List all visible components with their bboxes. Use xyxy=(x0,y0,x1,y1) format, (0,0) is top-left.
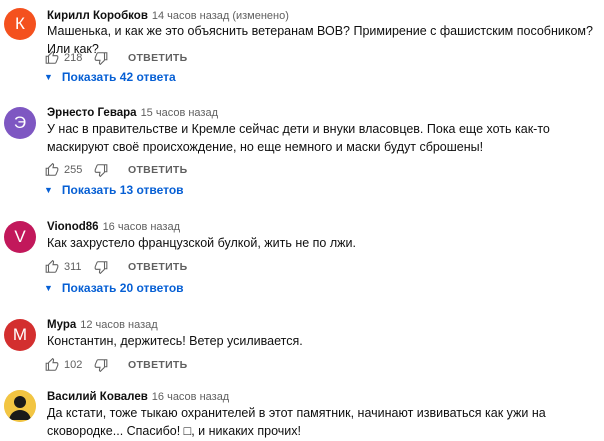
like-button[interactable] xyxy=(45,163,59,177)
thumb-down-icon xyxy=(94,164,108,177)
avatar[interactable]: V xyxy=(4,221,36,253)
caret-down-icon: ▼ xyxy=(44,283,53,293)
thumb-down-icon xyxy=(94,52,108,65)
comment-text: Как захрустело французской булкой, жить … xyxy=(47,236,356,250)
edited-label: (изменено) xyxy=(232,10,289,22)
comment-time[interactable]: 16 часов назад xyxy=(152,391,229,403)
thumb-down-icon xyxy=(94,359,108,372)
comment-header: Кирилл Коробков 14 часов назад (изменено) xyxy=(47,8,289,23)
comment-text: Константин, держитесь! Ветер усиливается… xyxy=(47,334,303,348)
thumb-up-icon xyxy=(45,163,59,176)
show-replies-button[interactable]: ▼ Показать 42 ответа xyxy=(44,69,176,85)
avatar[interactable]: Э xyxy=(4,107,36,139)
replies-label: Показать 13 ответов xyxy=(61,183,184,197)
author-name[interactable]: Мура xyxy=(47,319,76,331)
thumb-up-icon xyxy=(45,260,59,273)
like-count: 311 xyxy=(64,261,82,273)
caret-down-icon: ▼ xyxy=(44,185,53,195)
reply-button[interactable]: ОТВЕТИТЬ xyxy=(128,164,188,176)
comment-actions: 218 ОТВЕТИТЬ xyxy=(45,48,188,68)
thumb-up-icon xyxy=(45,51,59,64)
author-name[interactable]: Эрнесто Гевара xyxy=(47,107,137,119)
author-name[interactable]: Vionod86 xyxy=(47,221,99,233)
dislike-button[interactable] xyxy=(94,163,108,177)
comment-time[interactable]: 15 часов назад xyxy=(141,107,218,119)
reply-button[interactable]: ОТВЕТИТЬ xyxy=(128,261,188,273)
like-count: 102 xyxy=(64,359,83,371)
comment-header: Василий Ковалев 16 часов назад xyxy=(47,389,229,404)
comment-header: Vionod86 16 часов назад xyxy=(47,219,180,234)
like-count: 255 xyxy=(64,164,83,176)
show-replies-button[interactable]: ▼ Показать 13 ответов xyxy=(44,182,184,198)
avatar[interactable] xyxy=(4,390,36,422)
reply-button[interactable]: ОТВЕТИТЬ xyxy=(128,52,188,64)
dislike-button[interactable] xyxy=(94,51,108,65)
comment-actions: 311 ОТВЕТИТЬ xyxy=(45,257,188,277)
comment-text: У нас в правительстве и Кремле сейчас де… xyxy=(47,122,550,154)
author-name[interactable]: Кирилл Коробков xyxy=(47,10,148,22)
comment-header: Эрнесто Гевара 15 часов назад xyxy=(47,105,218,120)
like-count: 218 xyxy=(64,52,83,64)
comment-text: Да кстати, тоже тыкаю охранителей в этот… xyxy=(47,406,546,438)
silhouette-photo-icon xyxy=(4,390,36,422)
show-replies-button[interactable]: ▼ Показать 20 ответов xyxy=(44,280,184,296)
comment-time[interactable]: 16 часов назад xyxy=(103,221,180,233)
dislike-button[interactable] xyxy=(94,260,108,274)
avatar[interactable]: К xyxy=(4,8,36,40)
reply-button[interactable]: ОТВЕТИТЬ xyxy=(128,359,188,371)
avatar[interactable]: М xyxy=(4,319,36,351)
comment-actions: 255 ОТВЕТИТЬ xyxy=(45,160,188,180)
replies-label: Показать 20 ответов xyxy=(61,281,184,295)
author-name[interactable]: Василий Ковалев xyxy=(47,391,148,403)
like-button[interactable] xyxy=(45,51,59,65)
dislike-button[interactable] xyxy=(94,358,108,372)
like-button[interactable] xyxy=(45,260,59,274)
comment-actions: 102 ОТВЕТИТЬ xyxy=(45,355,188,375)
comment-header: Мура 12 часов назад xyxy=(47,317,158,332)
comment-time[interactable]: 12 часов назад xyxy=(80,319,157,331)
replies-label: Показать 42 ответа xyxy=(61,70,176,84)
thumb-down-icon xyxy=(94,261,108,274)
like-button[interactable] xyxy=(45,358,59,372)
thumb-up-icon xyxy=(45,358,59,371)
comment-time[interactable]: 14 часов назад xyxy=(152,10,229,22)
caret-down-icon: ▼ xyxy=(44,72,53,82)
